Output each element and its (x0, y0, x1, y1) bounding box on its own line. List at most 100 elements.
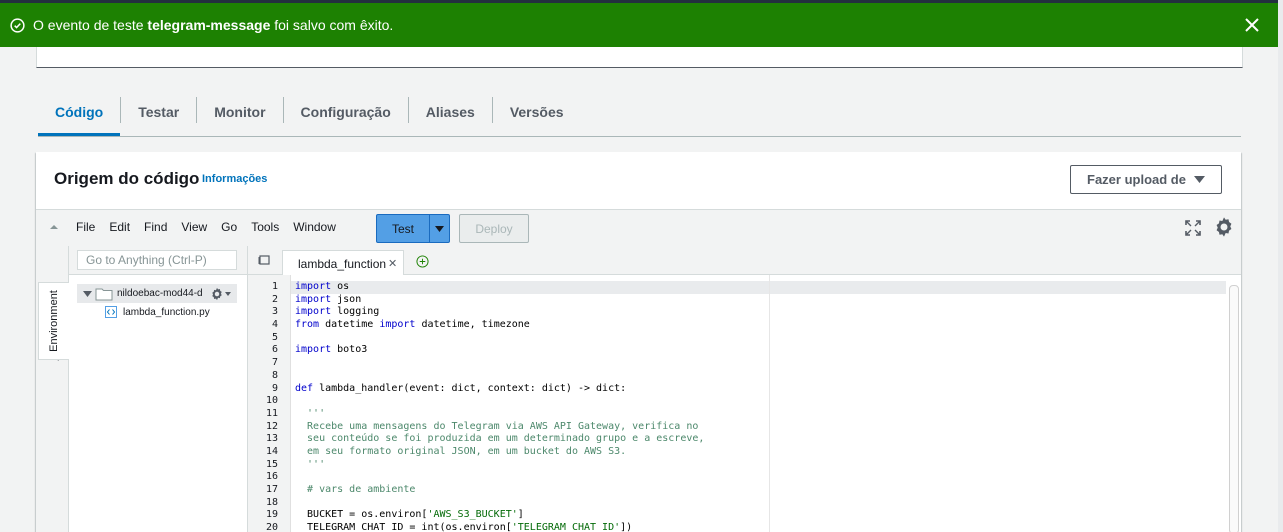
code-editor[interactable]: 1 import os 2 import json 3 import logging 4 fr… (248, 275, 1241, 532)
upload-from-button[interactable]: Fazer upload de (1070, 165, 1222, 194)
code-text: # vars de ambiente (295, 484, 416, 495)
line-number: 10 (265, 395, 278, 407)
info-link[interactable]: Informações (202, 173, 267, 185)
success-flash-banner: O evento de teste telegram-message foi s… (0, 3, 1278, 47)
line-number: 12 (265, 420, 278, 432)
environment-tab[interactable]: Environment (38, 282, 69, 360)
caret-down-icon (225, 291, 231, 296)
upper-panel (36, 47, 1243, 68)
code-text: BUCKET = os.environ['AWS_S3_BUCKET'] (295, 509, 524, 521)
code-text: import json (295, 293, 362, 305)
line-number: 19 (265, 509, 278, 521)
tab-versoes[interactable]: Versões (493, 90, 581, 134)
line-number: 16 (265, 471, 278, 483)
line-number: 20 (265, 522, 278, 532)
code-text: TELEGRAM_CHAT_ID = int(os.environ['TELEG… (295, 522, 633, 532)
code-source-panel: Origem do código Informações Fazer uploa… (36, 152, 1241, 532)
line-number: 6 (271, 344, 278, 356)
gear-icon[interactable] (209, 287, 225, 301)
code-text: em seu formato original JSON, em um buck… (295, 445, 627, 457)
test-dropdown-button[interactable] (429, 215, 449, 242)
close-tab-icon[interactable]: ✕ (388, 257, 397, 270)
code-line: 12 Recebe uma mensagens do Telegram via … (248, 421, 704, 434)
code-line: 9 def lambda_handler(event: dict, context… (248, 383, 704, 396)
line-number: 7 (271, 357, 278, 369)
menu-edit[interactable]: Edit (109, 220, 130, 234)
file-tree: Go to Anything (Ctrl-P) nildoebac-mod44-… (69, 246, 248, 532)
flash-event-name: telegram-message (147, 17, 271, 33)
expand-arrow-icon[interactable] (83, 290, 92, 298)
code-line: 14 em seu formato original JSON, em um b… (248, 446, 704, 459)
add-tab-icon[interactable] (416, 255, 429, 268)
code-text: import os (295, 281, 350, 292)
folder-row[interactable]: nildoebac-mod44-da (77, 284, 237, 303)
editor-tab-bar: lambda_function ✕ (248, 246, 1241, 276)
menu-view[interactable]: View (181, 220, 207, 234)
flash-message: O evento de teste telegram-message foi s… (33, 17, 393, 33)
code-line: 11 ''' (248, 408, 704, 421)
line-number: 3 (271, 306, 278, 318)
test-button-label: Test (391, 221, 414, 236)
panel-title: Origem do código (54, 169, 200, 188)
print-margin (769, 275, 770, 532)
fullscreen-icon[interactable] (1185, 220, 1201, 236)
code-lines: 1 import os 2 import json 3 import logging 4 fr… (248, 281, 704, 532)
code-line: 4 from datetime import datetime, timezone (248, 319, 704, 332)
file-row[interactable]: lambda_function.py (105, 306, 210, 318)
tab-list-icon[interactable] (258, 255, 270, 265)
deploy-button[interactable]: Deploy (459, 214, 529, 243)
gear-icon[interactable] (1213, 216, 1235, 238)
line-number: 11 (265, 407, 278, 419)
code-text: seu conteúdo se foi produzida em um dete… (295, 433, 705, 445)
menu-find[interactable]: Find (144, 220, 167, 234)
code-line: 8 (248, 370, 704, 383)
caret-down-icon (1193, 175, 1205, 183)
line-number: 14 (265, 445, 278, 457)
line-number: 4 (271, 319, 278, 331)
tab-codigo[interactable]: Código (38, 90, 121, 136)
tab-monitor[interactable]: Monitor (197, 90, 282, 134)
tab-testar[interactable]: Testar (121, 90, 196, 134)
menu-file[interactable]: File (76, 220, 95, 234)
ide-toolbar: File Edit Find View Go Tools Window Test… (36, 209, 1241, 247)
code-line: 16 (248, 471, 704, 484)
menu-go[interactable]: Go (221, 220, 237, 234)
check-circle-icon (10, 17, 25, 33)
tab-aliases[interactable]: Aliases (409, 90, 492, 134)
flash-prefix: O evento de teste (33, 17, 148, 33)
code-text: ''' (295, 458, 326, 470)
code-line: 20 TELEGRAM_CHAT_ID = int(os.environ['TE… (248, 522, 704, 532)
upload-button-label: Fazer upload de (1087, 172, 1186, 187)
code-text: from datetime import datetime, timezone (295, 319, 530, 331)
code-text: ''' (295, 407, 326, 419)
caret-down-icon (435, 225, 444, 232)
line-number: 9 (271, 382, 278, 394)
environment-tab-label: Environment (48, 290, 61, 352)
code-line: 17 # vars de ambiente (248, 484, 704, 497)
folder-name: nildoebac-mod44-da (117, 288, 203, 299)
code-line: 1 import os (248, 281, 704, 294)
tab-configuracao[interactable]: Configuração (284, 90, 408, 134)
code-text: import boto3 (295, 344, 368, 356)
editor-tab-label: lambda_function (298, 256, 386, 271)
file-code-icon (105, 306, 117, 318)
goto-anything-input[interactable]: Go to Anything (Ctrl-P) (77, 250, 237, 270)
code-line: 15 ''' (248, 459, 704, 472)
menu-window[interactable]: Window (293, 220, 336, 234)
test-button[interactable]: Test (376, 214, 450, 243)
line-number: 2 (271, 293, 278, 305)
line-number: 8 (271, 369, 278, 381)
page-scrollbar[interactable] (1278, 0, 1283, 532)
line-number: 17 (265, 484, 278, 495)
collapse-toolbar-icon[interactable] (49, 222, 59, 232)
code-text: import logging (295, 306, 380, 318)
editor-tab-lambda-function[interactable]: lambda_function ✕ (282, 250, 404, 276)
code-line: 3 import logging (248, 306, 704, 319)
menu-tools[interactable]: Tools (251, 220, 279, 234)
code-line: 5 (248, 332, 704, 345)
flash-suffix: foi salvo com êxito. (270, 17, 394, 33)
code-line: 2 import json (248, 294, 704, 307)
close-icon[interactable] (1242, 15, 1262, 35)
editor-scrollbar[interactable] (1229, 285, 1239, 532)
code-line: 18 (248, 497, 704, 510)
